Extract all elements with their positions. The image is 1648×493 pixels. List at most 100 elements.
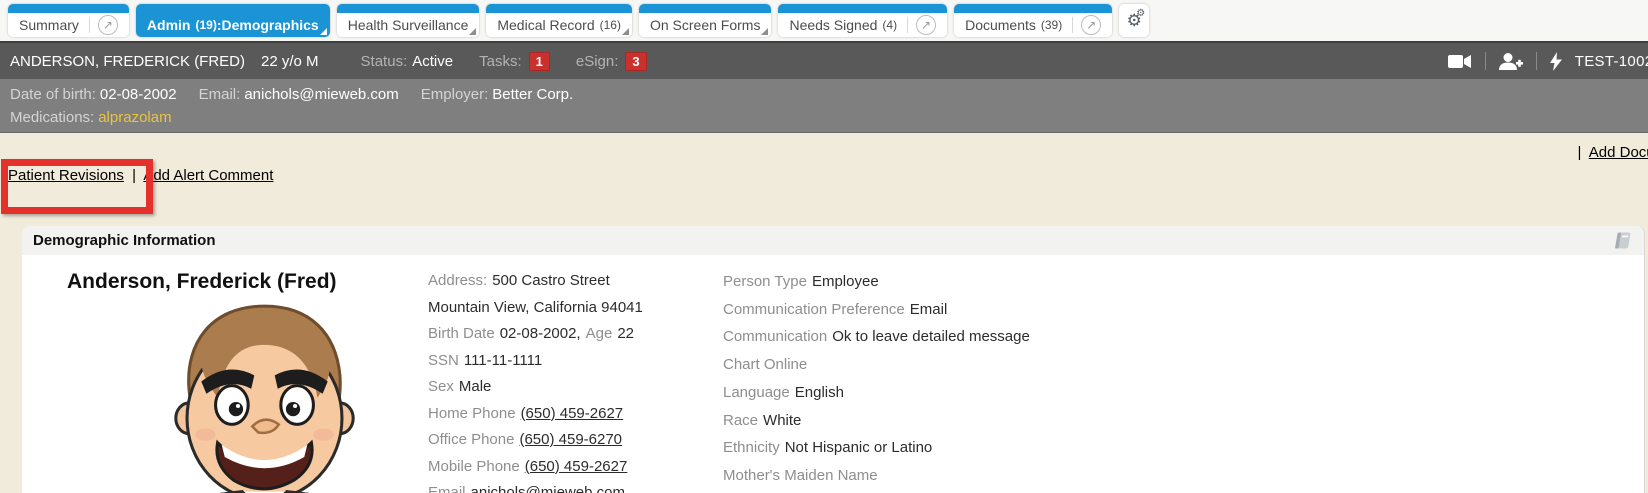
patient-age-sex: 22 y/o M — [261, 53, 319, 70]
medications-label: Medications: — [10, 109, 94, 126]
info-line-2: Medications:alprazolam — [10, 106, 1638, 129]
esign-count-badge[interactable]: 3 — [625, 52, 646, 71]
contact-link[interactable]: anichols@mieweb.com — [471, 484, 625, 493]
tab-accent-strip — [954, 4, 1112, 13]
field-value: Not Hispanic or Latino — [785, 439, 933, 456]
field-label: Language — [723, 384, 790, 401]
field-value: 111-11-1111 — [464, 352, 542, 369]
tasks-group: Tasks: 1 — [479, 52, 550, 71]
external-link-icon[interactable]: ↗ — [916, 15, 936, 35]
demographic-panel-header: Demographic Information — [22, 226, 1644, 255]
demo-row: Communication Ok to leave detailed messag… — [723, 323, 1030, 351]
tab-summary[interactable]: Summary ↗ — [8, 4, 129, 37]
pipe-separator: | — [1578, 144, 1582, 161]
field-value: Ok to leave detailed message — [832, 328, 1030, 345]
info-line-1: Date of birth:02-08-2002 Email:anichols@… — [10, 83, 1638, 106]
field-value: White — [763, 412, 801, 429]
panel-title: Demographic Information — [33, 232, 216, 249]
settings-button[interactable]: ⚙ ⚙ — [1119, 4, 1149, 37]
tab-needs-signed[interactable]: Needs Signed (4) ↗ — [778, 4, 947, 37]
field-label: Communication — [723, 328, 827, 345]
tab-documents[interactable]: Documents (39) ↗ — [954, 4, 1112, 37]
tab-accent-strip — [337, 4, 480, 13]
field-label: Email — [428, 484, 466, 493]
demo-row: Mountain View, California 94041 — [428, 295, 643, 322]
demo-row: Email anichols@mieweb.com — [428, 480, 643, 493]
field-label: Birth Date — [428, 325, 495, 342]
email-label: Email: — [199, 86, 241, 103]
dob-field: Date of birth:02-08-2002 — [10, 83, 177, 106]
add-alert-comment-link[interactable]: Add Alert Comment — [143, 167, 273, 184]
demo-row: LanguageEnglish — [723, 379, 1030, 407]
tab-admin-demographics[interactable]: Admin (19) :Demographics — [136, 4, 330, 37]
status-group: Status: Active — [361, 53, 454, 70]
tab-on-screen-forms[interactable]: On Screen Forms — [639, 4, 771, 37]
tab-divider — [1072, 17, 1073, 33]
patient-header-bar: ANDERSON, FREDERICK (FRED) 22 y/o M Stat… — [0, 41, 1648, 79]
esign-group: eSign: 3 — [576, 52, 647, 71]
tab-bar: Summary ↗ Admin (19) :Demographics Healt… — [0, 0, 1648, 41]
chart-id: TEST-10025 — [1575, 53, 1648, 70]
pipe-separator: | — [132, 167, 136, 184]
demo-row: Birth Date02-08-2002,Age22 — [428, 321, 643, 348]
tasks-label: Tasks: — [479, 53, 522, 70]
tab-label: Summary — [19, 17, 79, 33]
tasks-count-badge[interactable]: 1 — [529, 52, 550, 71]
demographics-right-column: Person Type Employee Communication Prefere… — [723, 268, 1030, 490]
field-label: Mobile Phone — [428, 458, 520, 475]
employer-value: Better Corp. — [492, 86, 573, 103]
patient-display-name: Anderson, Frederick (Fred) — [67, 270, 337, 294]
field-value: 02-08-2002, — [500, 325, 581, 342]
external-link-icon[interactable]: ↗ — [98, 15, 118, 35]
field-label: Communication Preference — [723, 301, 905, 318]
patient-bar-actions: TEST-10025 — [1448, 43, 1648, 79]
field-label: Office Phone — [428, 431, 514, 448]
demo-row: Person Type Employee — [723, 268, 1030, 296]
contact-link[interactable]: (650) 459-6270 — [519, 431, 622, 448]
patient-info-bar: Date of birth:02-08-2002 Email:anichols@… — [0, 79, 1648, 133]
field-label: Sex — [428, 378, 454, 395]
field-value: 22 — [617, 325, 634, 342]
lightning-icon[interactable] — [1550, 52, 1562, 71]
tab-count: (4) — [882, 18, 897, 32]
field-value: 500 Castro Street — [492, 272, 610, 289]
field-value: Male — [459, 378, 492, 395]
status-label: Status: — [361, 53, 408, 70]
tab-count: (16) — [600, 18, 621, 32]
patient-revisions-link[interactable]: Patient Revisions — [8, 167, 124, 184]
field-label: Ethnicity — [723, 439, 780, 456]
dob-value: 02-08-2002 — [100, 86, 177, 103]
tab-accent-strip — [486, 4, 632, 13]
field-value: Employee — [812, 273, 879, 290]
tab-accent-strip — [778, 4, 947, 13]
tab-accent-strip — [136, 4, 330, 13]
demo-row: Sex Male — [428, 374, 643, 401]
video-camera-icon[interactable] — [1448, 54, 1472, 69]
demo-row: Ethnicity Not Hispanic or Latino — [723, 434, 1030, 462]
add-person-icon[interactable] — [1499, 53, 1523, 70]
demo-row: Mother's Maiden Name — [723, 462, 1030, 490]
tab-medical-record[interactable]: Medical Record (16) — [486, 4, 632, 37]
medications-value[interactable]: alprazolam — [98, 109, 171, 126]
tab-health-surveillance[interactable]: Health Surveillance — [337, 4, 480, 37]
external-link-icon[interactable]: ↗ — [1081, 15, 1101, 35]
tab-accent-strip — [8, 4, 129, 13]
alert-links-row: Patient Revisions | Add Alert Comment — [8, 167, 273, 184]
tab-label: Health Surveillance — [348, 17, 469, 33]
employer-field: Employer:Better Corp. — [421, 83, 573, 106]
contact-link[interactable]: (650) 459-2627 — [521, 405, 624, 422]
book-icon[interactable] — [1611, 231, 1632, 250]
field-label: Mother's Maiden Name — [723, 467, 878, 484]
contact-link[interactable]: (650) 459-2627 — [525, 458, 628, 475]
employer-label: Employer: — [421, 86, 489, 103]
field-label: Person Type — [723, 273, 807, 290]
demo-row: SSN111-11-1111 — [428, 348, 643, 375]
tab-divider — [89, 17, 90, 33]
field-value: Email — [910, 301, 948, 318]
tab-label: Documents — [965, 17, 1036, 33]
demographics-middle-column: Address:500 Castro StreetMountain View, … — [428, 268, 643, 493]
tab-label: Needs Signed — [789, 17, 877, 33]
field-value: Mountain View, California 94041 — [428, 299, 643, 316]
tab-label: On Screen Forms — [650, 17, 760, 33]
add-document-link[interactable]: Add Document — [1589, 144, 1648, 161]
